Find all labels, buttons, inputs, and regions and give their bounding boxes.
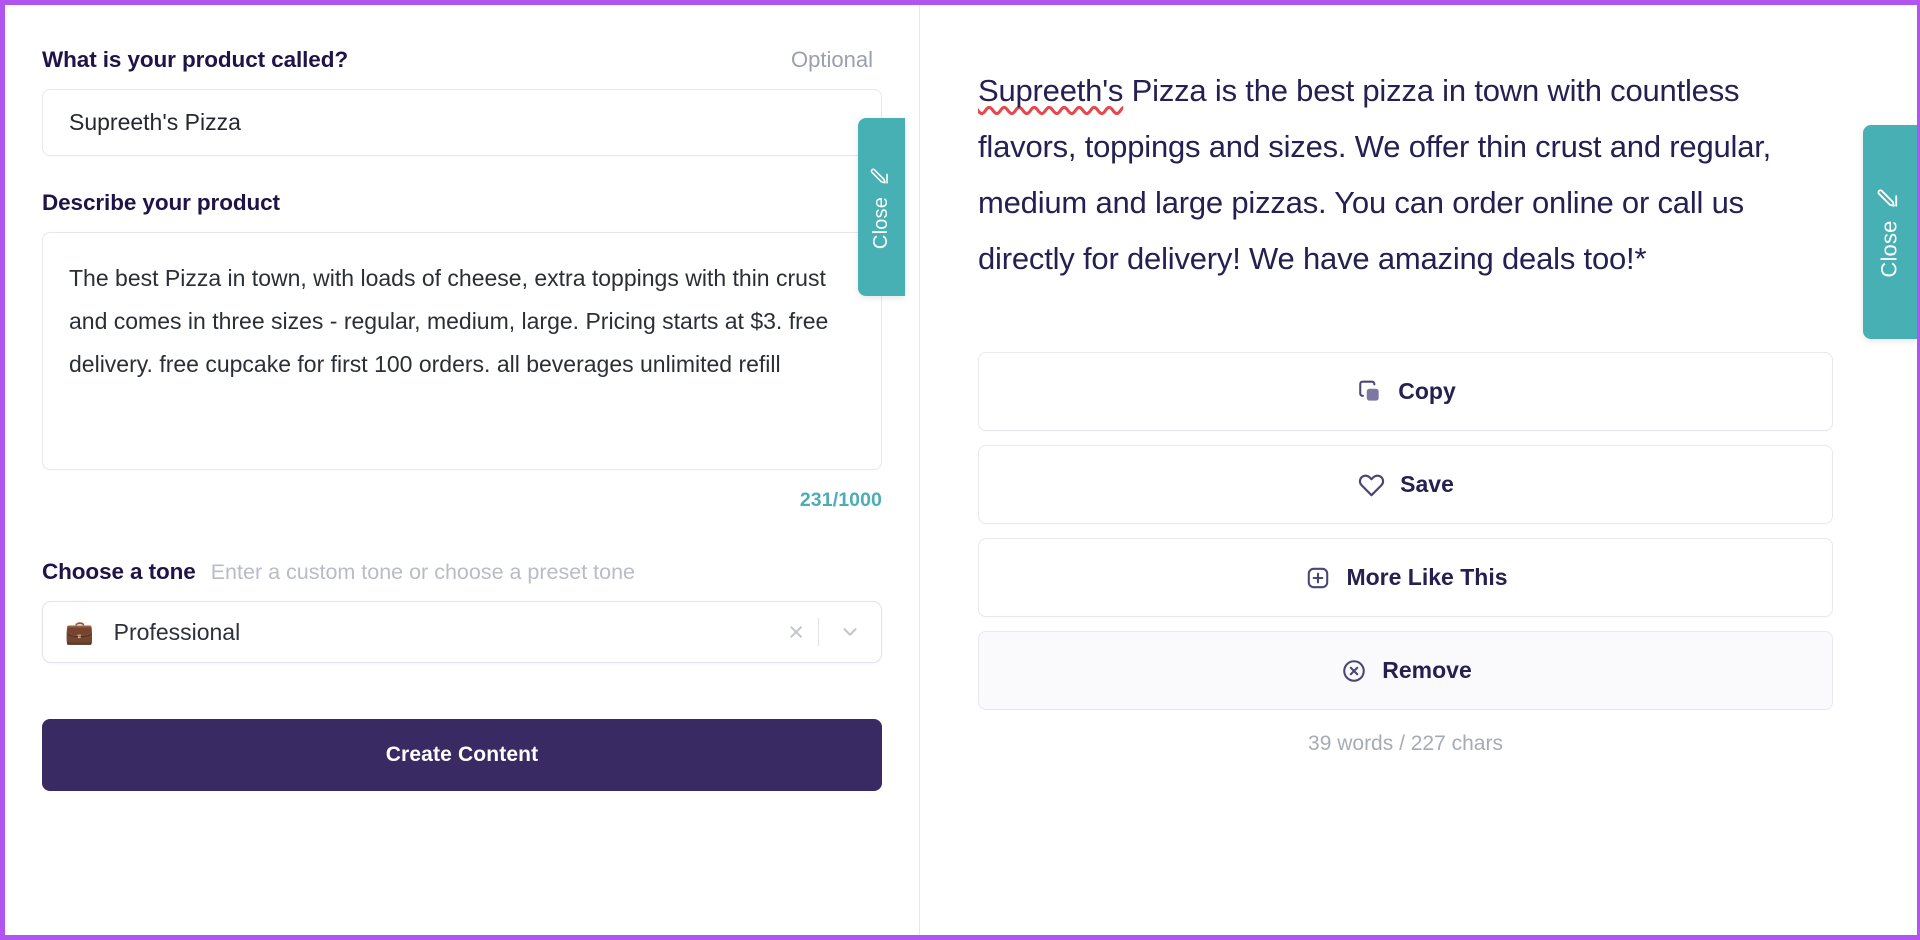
save-button[interactable]: Save [978,445,1833,524]
input-form-panel: What is your product called? Optional Su… [5,5,920,935]
close-circle-icon [1339,656,1368,685]
describe-textarea-value: The best Pizza in town, with loads of ch… [69,265,829,377]
describe-counter-row: 231/1000 [42,489,882,512]
pencil-icon [1876,186,1904,209]
describe-label: Describe your product [42,190,280,215]
tone-hint: Enter a custom tone or choose a preset t… [210,560,635,584]
character-counter: 231/1000 [799,489,882,511]
more-like-this-button[interactable]: More Like This [978,538,1833,617]
briefcase-icon: 💼 [65,618,94,645]
more-like-this-button-label: More Like This [1346,564,1508,590]
chevron-down-icon[interactable] [819,621,881,643]
create-content-button[interactable]: Create Content [42,719,882,791]
remove-button-label: Remove [1382,657,1472,683]
describe-textarea[interactable]: The best Pizza in town, with loads of ch… [42,232,882,470]
product-name-label: What is your product called? [42,47,348,72]
describe-field-header: Describe your product [42,190,879,216]
close-tab-right-label: Close [1877,220,1902,278]
output-panel: Supreeth's Pizza is the best pizza in to… [920,5,1917,935]
generator-window: What is your product called? Optional Su… [0,0,1920,940]
output-actions: Copy Save More Like This Remove [978,352,1833,710]
product-name-input[interactable]: Supreeth's Pizza [42,89,882,156]
tone-field-header: Choose a tone Enter a custom tone or cho… [42,559,879,585]
word-char-count: 39 words / 227 chars [1308,732,1503,755]
close-tab-left-label: Close [870,196,893,249]
close-tab-left[interactable]: Close [858,118,905,296]
misspelled-word: Supreeth's [978,73,1124,108]
tone-select[interactable]: 💼 Professional × [42,601,882,663]
close-tab-right[interactable]: Close [1863,125,1917,339]
remove-button[interactable]: Remove [978,631,1833,710]
heart-icon [1357,470,1386,499]
copy-button-label: Copy [1398,378,1456,404]
plus-square-icon [1303,563,1332,592]
generated-content-text[interactable]: Supreeth's Pizza is the best pizza in to… [978,63,1828,287]
clear-tone-button[interactable]: × [774,618,818,646]
copy-button[interactable]: Copy [978,352,1833,431]
product-name-input-value: Supreeth's Pizza [69,109,241,135]
product-name-field-header: What is your product called? Optional [42,47,879,73]
tone-select-value: Professional [113,618,241,645]
tone-label: Choose a tone [42,559,196,584]
product-name-optional-tag: Optional [791,47,873,72]
save-button-label: Save [1400,471,1454,497]
pencil-icon [869,165,894,185]
copy-icon [1355,377,1384,406]
